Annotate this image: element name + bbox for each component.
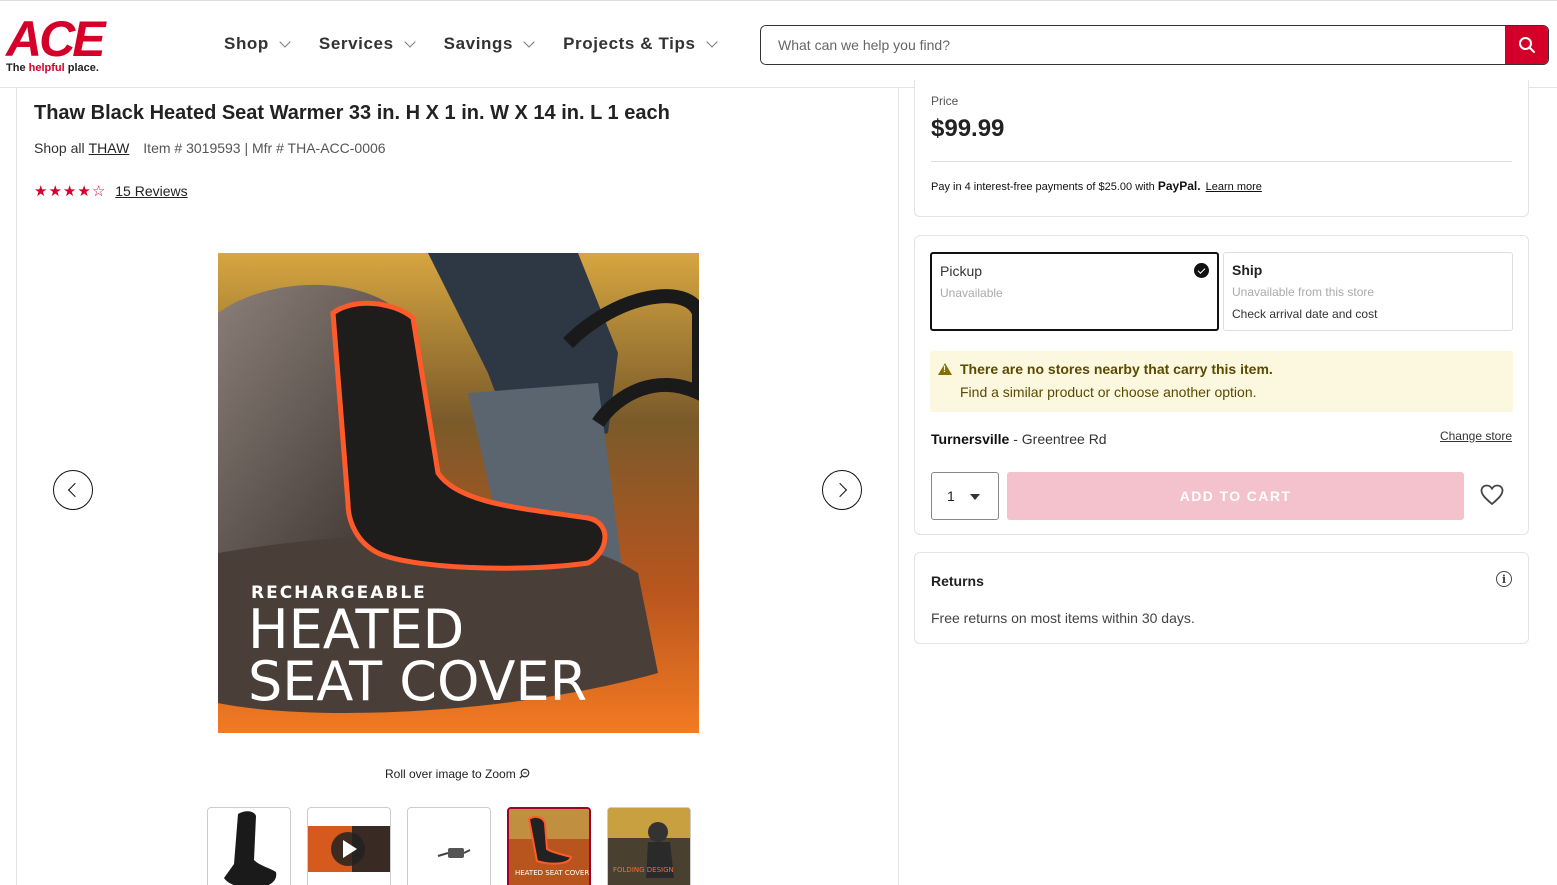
- ship-status: Unavailable from this store: [1232, 285, 1375, 299]
- returns-title: Returns: [931, 573, 984, 589]
- reviews-link[interactable]: 15 Reviews: [115, 183, 187, 199]
- site-header: ACE The helpful place. Shop Services Sav…: [0, 0, 1557, 88]
- prev-image-button[interactable]: [53, 470, 93, 510]
- caret-down-icon: [970, 494, 980, 500]
- star-full-icon: ★: [62, 182, 77, 200]
- availability-alert: There are no stores nearby that carry th…: [930, 351, 1513, 412]
- fulfillment-card: Pickup Unavailable Ship Unavailable from…: [914, 235, 1529, 535]
- thumbnail-seat-black[interactable]: [207, 807, 291, 885]
- nav-projects-tips[interactable]: Projects & Tips: [563, 34, 718, 54]
- star-full-icon: ★: [48, 182, 62, 200]
- search-input[interactable]: [761, 26, 1506, 64]
- chevron-down-icon: [705, 36, 718, 48]
- change-store-link[interactable]: Change store: [1440, 429, 1512, 443]
- product-meta: Shop all THAW Item # 3019593 | Mfr # THA-A…: [34, 140, 386, 156]
- charger-image: [437, 848, 471, 858]
- thumbnail-folding-design[interactable]: FOLDING DESIGN: [607, 807, 691, 885]
- quantity-value: 1: [947, 488, 955, 504]
- paypal-learn-more-link[interactable]: Learn more: [1206, 181, 1262, 193]
- logo-tag-highlight: helpful: [28, 62, 65, 74]
- zoom-hint-text: Roll over image to Zoom: [385, 767, 516, 781]
- paypal-brand: PayPal.: [1157, 179, 1201, 193]
- price-divider: [931, 161, 1512, 162]
- image-caption-seat-cover: SEAT COVER: [248, 650, 587, 713]
- ship-note: Check arrival date and cost: [1232, 307, 1378, 321]
- pickup-status: Unavailable: [940, 286, 1003, 300]
- nav-savings-label: Savings: [443, 34, 514, 53]
- store-name: Turnersville: [931, 431, 1010, 447]
- returns-text: Free returns on most items within 30 day…: [931, 610, 1195, 626]
- nav-projects-label: Projects & Tips: [563, 34, 696, 53]
- price-card: Price $99.99 Pay in 4 interest-free paym…: [914, 80, 1529, 217]
- video-image: [308, 826, 390, 872]
- heated-seat-image: HEATED SEAT COVER: [509, 809, 589, 885]
- quantity-select[interactable]: 1: [931, 472, 999, 520]
- star-full-icon: ★: [77, 182, 91, 200]
- folding-design-image: FOLDING DESIGN: [608, 808, 690, 885]
- pickup-title: Pickup: [940, 263, 983, 279]
- product-rating: ★ ★ ★ ★ ☆ 15 Reviews: [34, 183, 188, 199]
- star-empty-icon: ☆: [91, 182, 106, 200]
- returns-card: Returns i Free returns on most items wit…: [914, 552, 1529, 644]
- selected-store: Turnersville - Greentree Rd: [931, 431, 1107, 447]
- thumbnail-charger[interactable]: [407, 807, 491, 885]
- price-label: Price: [931, 94, 959, 108]
- logo-wordmark: ACE: [6, 11, 106, 67]
- search-button[interactable]: [1505, 26, 1548, 64]
- brand-link[interactable]: THAW: [89, 140, 130, 156]
- search-bar: [760, 25, 1549, 65]
- item-numbers: Item # 3019593 | Mfr # THA-ACC-0006: [143, 140, 386, 156]
- nav-services-label: Services: [318, 34, 394, 53]
- star-full-icon: ★: [34, 182, 48, 200]
- ace-logo[interactable]: ACE The helpful place.: [4, 13, 116, 75]
- add-to-cart-button[interactable]: ADD TO CART: [1007, 472, 1464, 520]
- logo-tag-suffix: place.: [64, 62, 99, 74]
- ship-option[interactable]: Ship Unavailable from this store Check a…: [1223, 252, 1513, 331]
- product-price: $99.99: [931, 115, 1005, 142]
- chevron-down-icon: [279, 36, 291, 48]
- search-icon: [1518, 37, 1535, 53]
- thumb-caption-folding: FOLDING DESIGN: [613, 866, 674, 874]
- main-product-image[interactable]: RECHARGEABLE HEATED SEAT COVER: [218, 253, 699, 733]
- paypal-text: Pay in 4 interest-free payments of $25.0…: [931, 181, 1155, 193]
- alert-detail: Find a similar product or choose another…: [960, 384, 1257, 400]
- info-icon[interactable]: i: [1496, 571, 1512, 587]
- thumb-caption-heated: HEATED SEAT COVER: [515, 869, 589, 877]
- pickup-option[interactable]: Pickup Unavailable: [930, 252, 1219, 331]
- next-image-button[interactable]: [822, 470, 862, 510]
- product-gallery-panel: Thaw Black Heated Seat Warmer 33 in. H X…: [16, 88, 899, 885]
- nav-shop[interactable]: Shop: [224, 34, 291, 54]
- zoom-icon: [519, 768, 530, 779]
- thumbnail-heated-seat-cover[interactable]: HEATED SEAT COVER: [507, 807, 591, 885]
- alert-headline: There are no stores nearby that carry th…: [960, 361, 1273, 377]
- nav-shop-label: Shop: [224, 34, 269, 53]
- thumbnail-strip: HEATED SEAT COVER FOLDING DESIGN: [207, 807, 691, 885]
- logo-tagline: The helpful place.: [6, 62, 99, 74]
- thumbnail-video[interactable]: [307, 807, 391, 885]
- shop-all-label: Shop all: [34, 140, 85, 156]
- chevron-right-icon: [832, 482, 848, 498]
- selected-check-icon: [1194, 263, 1209, 278]
- seat-image: [224, 811, 277, 885]
- chevron-down-icon: [523, 36, 535, 48]
- chevron-down-icon: [404, 36, 416, 48]
- ship-title: Ship: [1232, 262, 1263, 278]
- main-nav: Shop Services Savings Projects & Tips: [224, 34, 746, 54]
- nav-services[interactable]: Services: [318, 34, 416, 54]
- zoom-hint: Roll over image to Zoom: [385, 767, 530, 781]
- product-title: Thaw Black Heated Seat Warmer 33 in. H X…: [34, 102, 670, 124]
- wishlist-heart-icon[interactable]: [1480, 484, 1504, 506]
- rating-stars: ★ ★ ★ ★ ☆: [34, 184, 105, 199]
- nav-savings[interactable]: Savings: [443, 34, 535, 54]
- product-photo: RECHARGEABLE HEATED SEAT COVER: [218, 253, 699, 733]
- paypal-installments: Pay in 4 interest-free payments of $25.0…: [931, 179, 1262, 193]
- chevron-left-icon: [67, 482, 83, 498]
- warning-icon: [938, 363, 952, 375]
- store-area: - Greentree Rd: [1009, 431, 1107, 447]
- logo-tag-prefix: The: [6, 62, 29, 74]
